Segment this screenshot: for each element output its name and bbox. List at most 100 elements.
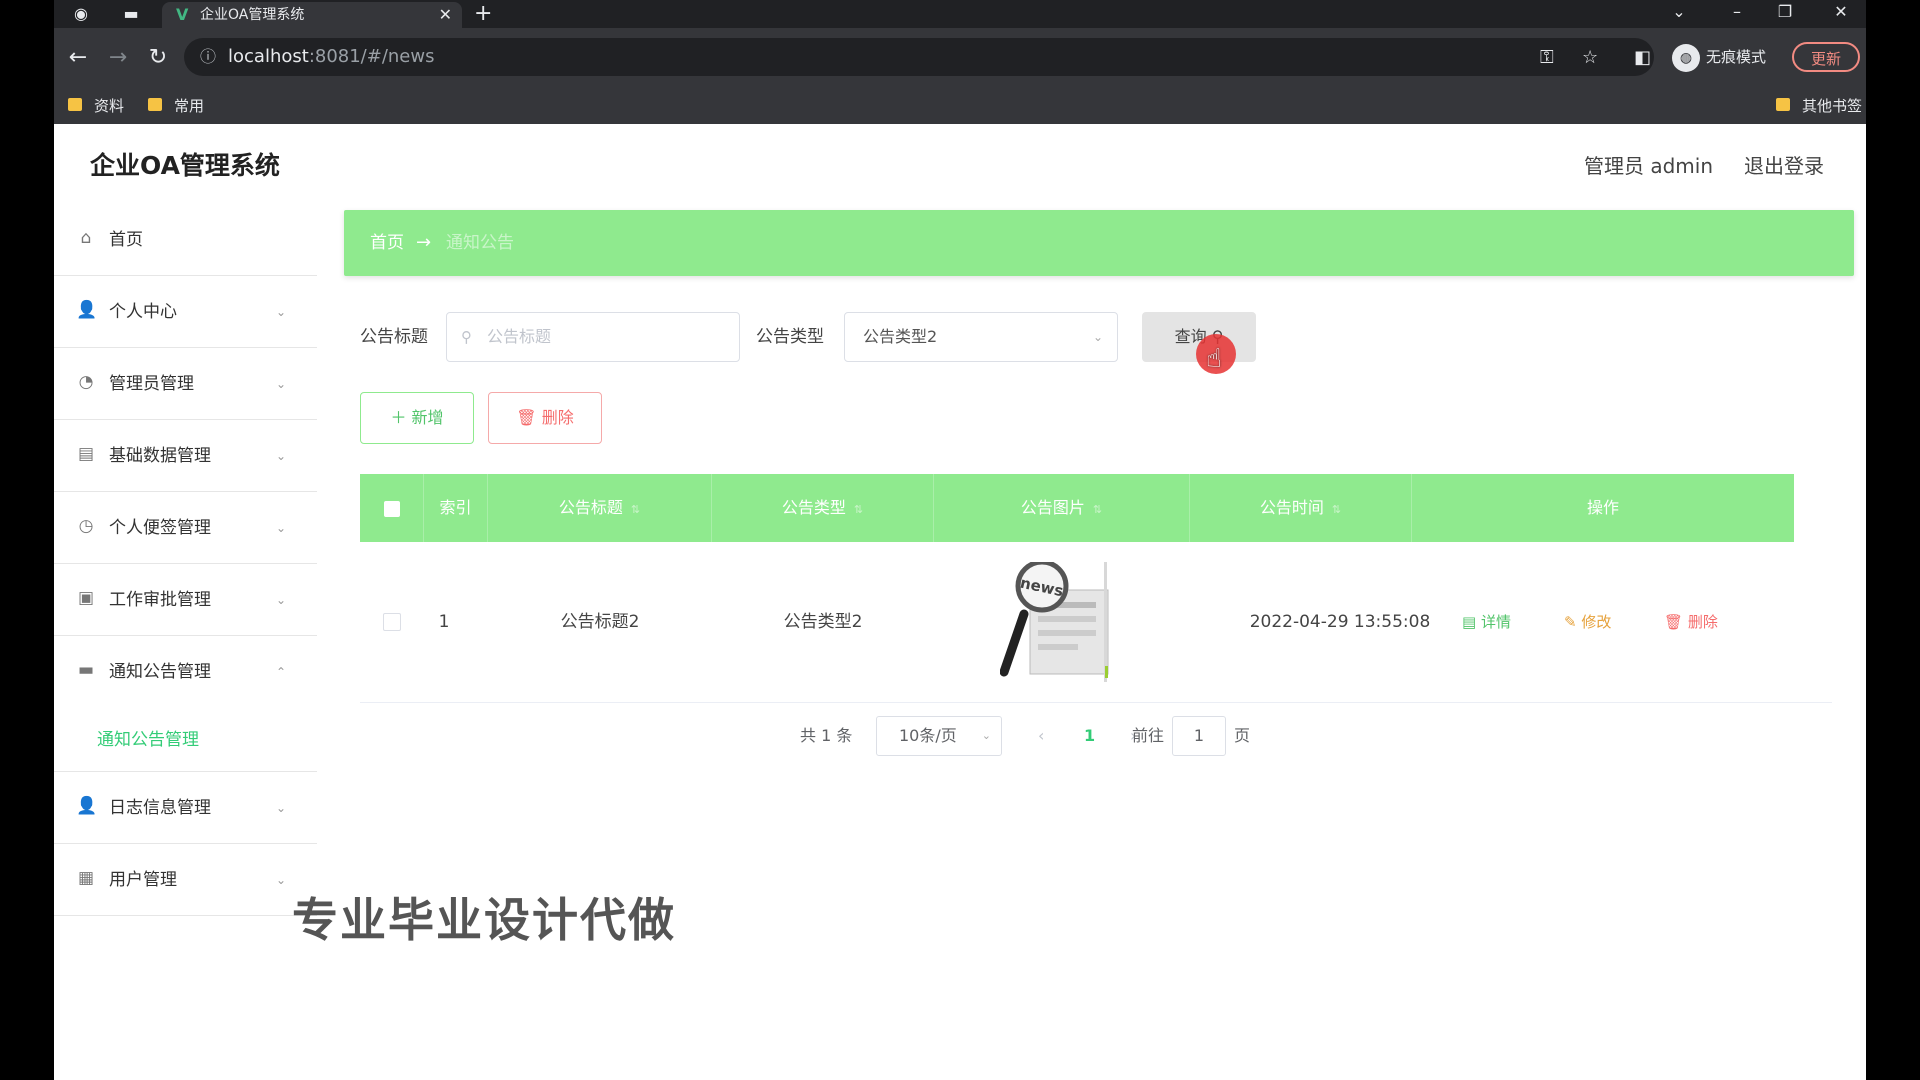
url-text: localhost:8081/#/news: [228, 46, 435, 67]
bookmarks-bar: 资料 常用 其他书签: [54, 88, 1866, 125]
user-icon: 👤: [76, 300, 98, 320]
window-close-icon[interactable]: ✕: [1828, 0, 1854, 24]
chevron-down-icon: ⌄: [276, 449, 287, 463]
tab-search-icon[interactable]: ▬: [120, 3, 142, 25]
plus-icon: ＋: [390, 408, 407, 427]
chevron-down-icon: ⌄: [276, 305, 287, 319]
bookmark-folder-changyong[interactable]: 常用: [148, 88, 204, 124]
sidebar-item-admin[interactable]: ◔ 管理员管理 ⌄: [54, 348, 317, 420]
update-label: 更新: [1810, 50, 1841, 68]
page-size-select[interactable]: 10条/页 ⌄: [876, 716, 1002, 756]
goto-prefix: 前往: [1132, 726, 1165, 745]
column-header-type[interactable]: 公告类型 ⇅: [712, 474, 934, 542]
cell-index: 1: [438, 612, 450, 632]
sidebar-item-label: 个人便签管理: [109, 518, 211, 538]
prev-page-icon[interactable]: ‹: [1038, 714, 1044, 758]
browser-tab-strip: ◉ ▬ V 企业OA管理系统 ✕ + ⌄ – ❐ ✕: [54, 0, 1866, 28]
select-all-checkbox[interactable]: [360, 474, 424, 542]
sidebar-item-notes[interactable]: ◷ 个人便签管理 ⌄: [54, 492, 317, 564]
type-select[interactable]: 公告类型2 ⌄: [844, 312, 1118, 362]
breadcrumb-arrow-icon: →: [416, 232, 432, 253]
address-bar[interactable]: ⓘ localhost:8081/#/news: [184, 38, 1654, 76]
pagination: 共 1 条 10条/页 ⌄ ‹ 1 › 前往 1 页: [344, 714, 1856, 758]
sidebar-item-personal-center[interactable]: 👤 个人中心 ⌄: [54, 276, 317, 348]
other-bookmarks[interactable]: 其他书签: [1776, 88, 1862, 124]
back-icon[interactable]: ←: [64, 44, 92, 72]
news-image[interactable]: news: [1000, 562, 1116, 682]
batch-delete-button[interactable]: 🗑 删除: [488, 392, 602, 444]
edit-link[interactable]: ✎ 修改: [1564, 542, 1611, 702]
chevron-down-icon: ⌄: [276, 873, 287, 887]
sidebar-item-approval[interactable]: ▣ 工作审批管理 ⌄: [54, 564, 317, 636]
sort-icon[interactable]: ⇅: [631, 503, 640, 516]
cell-time: 2022-04-29 13:55:08: [1249, 612, 1431, 632]
column-header-actions: 操作: [1586, 498, 1619, 517]
cell-type: 公告类型2: [783, 612, 863, 632]
breadcrumb-home[interactable]: 首页: [370, 210, 404, 276]
sidebar-item-label: 日志信息管理: [109, 798, 211, 818]
column-header-time[interactable]: 公告时间 ⇅: [1190, 474, 1412, 542]
document-icon: ▤: [1462, 613, 1477, 631]
detail-link[interactable]: ▤ 详情: [1462, 542, 1511, 702]
reload-icon[interactable]: ↻: [144, 44, 172, 72]
new-tab-icon[interactable]: +: [474, 0, 492, 28]
bookmark-folder-ziliao[interactable]: 资料: [68, 88, 124, 124]
app-title: 企业OA管理系统: [90, 151, 280, 180]
browser-tab[interactable]: V 企业OA管理系统 ✕: [162, 2, 462, 28]
column-header-title[interactable]: 公告标题 ⇅: [488, 474, 712, 542]
title-search-placeholder: 公告标题: [487, 327, 552, 346]
incognito-indicator[interactable]: ◍ 无痕模式: [1672, 40, 1766, 74]
sidebar-item-notice[interactable]: ▬ 通知公告管理 ⌃: [54, 636, 317, 708]
minimize-icon[interactable]: –: [1724, 0, 1750, 24]
breadcrumb: 首页 → 通知公告: [344, 210, 1854, 276]
tab-close-icon[interactable]: ✕: [439, 2, 452, 28]
clock-icon: ◷: [78, 516, 94, 536]
forward-icon[interactable]: →: [104, 44, 132, 72]
sort-icon[interactable]: ⇅: [1093, 503, 1102, 516]
site-info-icon[interactable]: ⓘ: [200, 38, 216, 76]
chevron-up-icon: ⌃: [276, 665, 287, 679]
sidebar-subitem-notice-manage[interactable]: 通知公告管理: [54, 708, 317, 772]
pagination-total: 共 1 条: [800, 726, 853, 745]
browser-menu-icon[interactable]: ◉: [70, 3, 92, 25]
screen: ◉ ▬ V 企业OA管理系统 ✕ + ⌄ – ❐ ✕ ← → ↻ ⓘ local…: [54, 0, 1866, 1080]
key-icon[interactable]: ⚿: [1540, 44, 1554, 72]
column-header-image[interactable]: 公告图片 ⇅: [934, 474, 1190, 542]
table-header: 索引 公告标题 ⇅ 公告类型 ⇅ 公告图片 ⇅ 公告时间 ⇅ 操作: [360, 474, 1794, 542]
delete-link[interactable]: 🗑 删除: [1664, 542, 1718, 702]
tab-list-icon[interactable]: ⌄: [1666, 0, 1692, 24]
sort-icon[interactable]: ⇅: [854, 503, 863, 516]
checkbox-icon: [383, 613, 401, 631]
restore-icon[interactable]: ❐: [1772, 0, 1798, 24]
title-filter-label: 公告标题: [360, 327, 428, 347]
sort-icon[interactable]: ⇅: [1332, 503, 1341, 516]
type-filter-label: 公告类型: [756, 327, 824, 347]
update-button[interactable]: 更新: [1792, 42, 1860, 72]
folder-icon: [68, 98, 82, 111]
chevron-down-icon: ⌄: [1092, 330, 1103, 344]
sidebar-item-home[interactable]: ⌂ 首页: [54, 204, 317, 276]
bookmark-star-icon[interactable]: ☆: [1582, 44, 1598, 72]
goto-page-input[interactable]: 1: [1172, 716, 1226, 756]
sidebar-item-users[interactable]: ▦ 用户管理 ⌄: [54, 844, 317, 916]
sidebar-item-basic-data[interactable]: ▤ 基础数据管理 ⌄: [54, 420, 317, 492]
row-checkbox[interactable]: [360, 542, 424, 702]
incognito-label: 无痕模式: [1706, 48, 1767, 66]
add-button[interactable]: ＋ 新增: [360, 392, 474, 444]
title-search-input[interactable]: ⚲ 公告标题: [446, 312, 740, 362]
side-panel-icon[interactable]: ◧: [1634, 44, 1651, 72]
home-icon: ⌂: [80, 228, 92, 248]
sidebar-item-label: 用户管理: [109, 870, 177, 890]
sidebar-item-logs[interactable]: 👤 日志信息管理 ⌄: [54, 772, 317, 844]
briefcase-icon: ▤: [77, 444, 95, 464]
column-header-index: 索引: [424, 474, 488, 542]
tab-title: 企业OA管理系统: [200, 7, 305, 23]
sidebar-item-label: 个人中心: [109, 302, 177, 322]
user-manage-icon: ▦: [77, 868, 95, 888]
logout-link[interactable]: 退出登录: [1744, 150, 1824, 179]
goto-suffix: 页: [1234, 726, 1251, 745]
goto-page-value: 1: [1193, 726, 1205, 745]
page-number-current[interactable]: 1: [1084, 714, 1095, 758]
cell-title: 公告标题2: [560, 612, 640, 632]
folder-icon: [148, 98, 162, 111]
